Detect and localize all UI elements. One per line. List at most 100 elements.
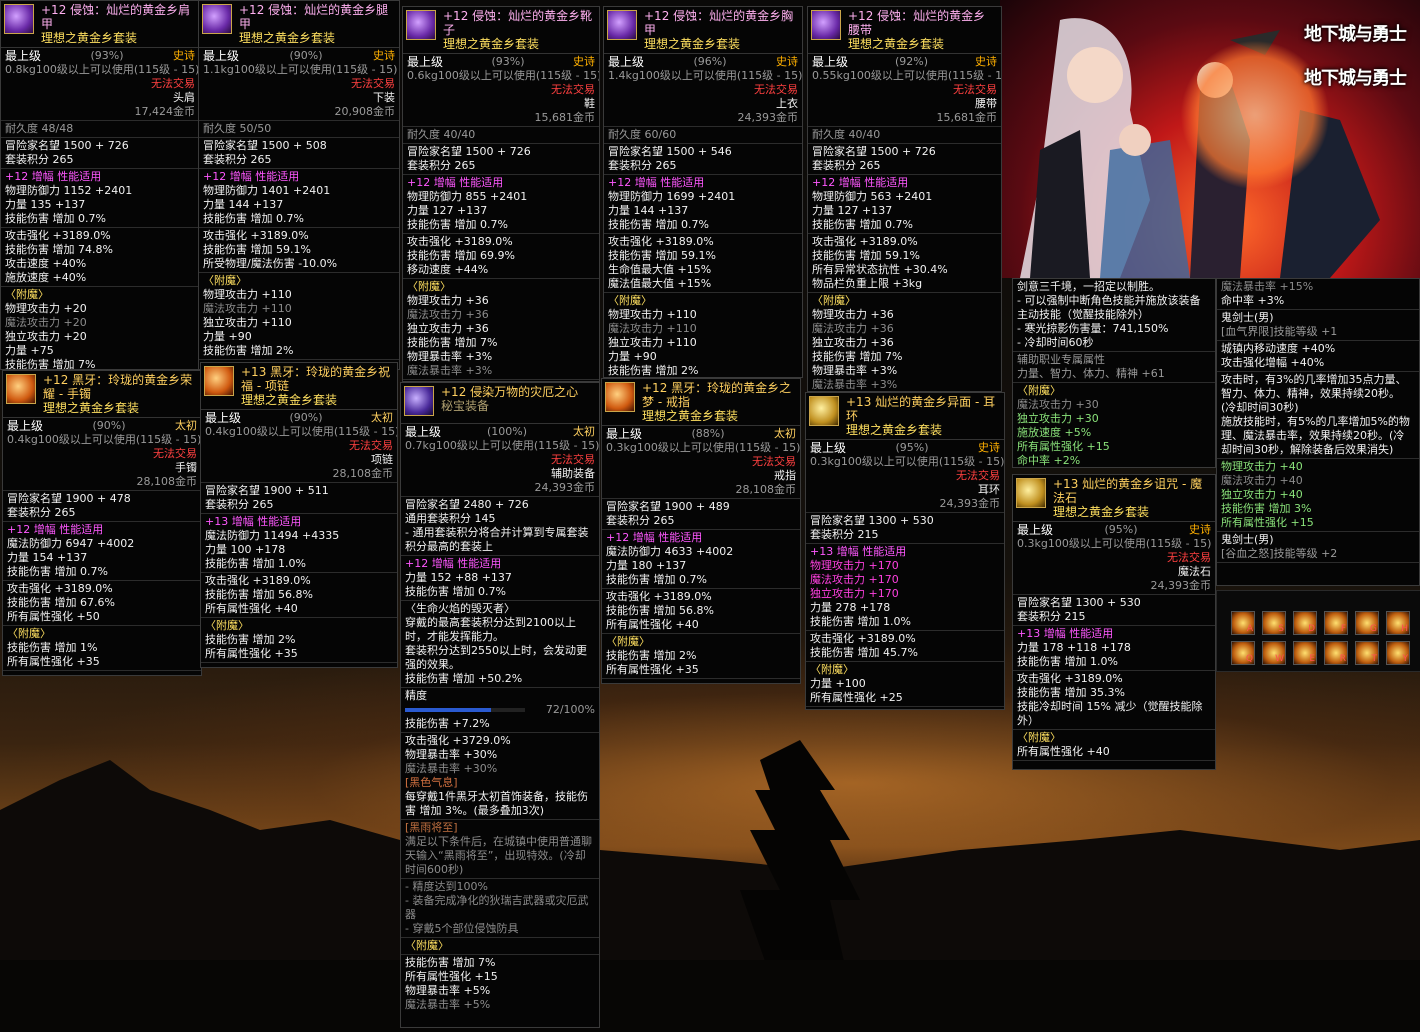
fame-section: 冒险家名望 1900 + 511 套装积分 265 bbox=[201, 483, 397, 514]
skill-slot[interactable]: S bbox=[1262, 611, 1286, 635]
stat-line: 攻击强化 +3189.0% bbox=[5, 229, 111, 242]
amplify-section: +12 增幅 性能适用 物理防御力 1401 +2401 力量 144 +137 技能… bbox=[199, 169, 399, 228]
req-row: 1.4kg 100级以上可以使用(115级 - 15) bbox=[608, 69, 802, 83]
enchant-line: 技能伤害 增加 2% bbox=[203, 344, 294, 357]
rarity: 太初 bbox=[175, 419, 197, 432]
rarity: 史诗 bbox=[173, 49, 195, 62]
stats-section: 攻击强化 +3189.0% 技能伤害 增加 56.8% 所有属性强化 +40 bbox=[201, 573, 397, 618]
item-tooltip-c9: +12 黑牙：玲珑的黄金乡之梦 - 戒指 理想之黄金乡套装 最上级 (88%) 太初 0.… bbox=[601, 378, 801, 684]
price: 28,108金币 bbox=[735, 483, 797, 496]
enchant-line: 物理攻击力 +110 bbox=[608, 308, 697, 321]
enchant-title: 〈附魔〉 bbox=[608, 294, 652, 307]
enchant-line: 物理攻击力 +20 bbox=[5, 302, 87, 315]
item-name: +12 侵蚀：灿烂的黄金乡靴子 bbox=[443, 9, 593, 37]
hotkey-label: R bbox=[1339, 654, 1346, 664]
enchant-line: 技能伤害 增加 2% bbox=[608, 364, 699, 377]
weight: 0.4kg bbox=[7, 433, 38, 446]
stat-line: 技能伤害 增加 56.8% bbox=[606, 604, 714, 617]
strength: 力量 152 +88 +137 bbox=[405, 571, 512, 584]
base-stat: 魔法防御力 11494 +4335 bbox=[205, 529, 340, 542]
price: 28,108金币 bbox=[136, 475, 198, 488]
durability: 耐久度 40/40 bbox=[812, 128, 881, 141]
dark-heart-icon bbox=[404, 386, 434, 416]
base-stat: 物理防御力 1699 +2401 bbox=[608, 190, 736, 203]
stat-line: 攻击强化 +3189.0% bbox=[606, 590, 712, 603]
amplify: +13 增幅 性能适用 bbox=[205, 515, 302, 528]
hotkey-label: F bbox=[1340, 624, 1346, 634]
skill-damage: 技能伤害 增加 0.7% bbox=[405, 585, 506, 598]
req-row: 0.6kg 100级以上可以使用(115级 - 15) bbox=[407, 69, 599, 83]
skill-slot[interactable]: Y bbox=[1386, 641, 1410, 665]
skill-slot[interactable]: Q bbox=[1231, 641, 1255, 665]
amplify: +12 增幅 性能适用 bbox=[5, 170, 102, 183]
trade-status: 无法交易 bbox=[349, 439, 393, 452]
level-req: 100级以上可以使用(115级 - 15) bbox=[1047, 537, 1212, 550]
skill-hotbar[interactable]: A S D F G H Q W E R T Y bbox=[1216, 590, 1420, 672]
price: 28,108金币 bbox=[332, 467, 394, 480]
durability-section: 耐久度 50/50 bbox=[199, 121, 399, 138]
stat-line: 技能伤害 增加 69.9% bbox=[407, 249, 515, 262]
slot-type: 腰带 bbox=[975, 97, 997, 110]
item-grade: 最上级 bbox=[7, 419, 44, 433]
item-name: +12 黑牙：玲珑的黄金乡之梦 - 戒指 bbox=[642, 381, 792, 409]
req-row: 0.3kg 100级以上可以使用(115级 - 15) bbox=[1017, 537, 1211, 551]
hotkey-label: G bbox=[1370, 624, 1377, 634]
price: 24,393金币 bbox=[534, 481, 596, 494]
enchant-line: 力量 +100 bbox=[810, 677, 866, 690]
grade-row: 最上级 (93%) 史诗 bbox=[5, 49, 195, 63]
trade-status: 无法交易 bbox=[551, 453, 595, 466]
level-req: 100级以上可以使用(115级 - 15) bbox=[233, 63, 398, 76]
skill-slot[interactable]: A bbox=[1231, 611, 1255, 635]
item-name: +13 灿烂的黄金乡诅咒 - 魔法石 bbox=[1053, 477, 1203, 505]
fame-section: 冒险家名望 1500 + 726 套装积分 265 bbox=[808, 144, 1001, 175]
strength: 力量 154 +137 bbox=[7, 551, 88, 564]
rain-title: [黑雨将至] bbox=[405, 821, 458, 834]
enchant-line: 技能伤害 增加 1% bbox=[7, 641, 98, 654]
skill-slot[interactable]: E bbox=[1293, 641, 1317, 665]
set-points: 套装积分 265 bbox=[203, 153, 272, 166]
amplify: +12 增幅 性能适用 bbox=[407, 176, 504, 189]
belt-icon bbox=[811, 10, 841, 40]
fame-section: 冒险家名望 1500 + 508 套装积分 265 bbox=[199, 138, 399, 169]
item-grade: 最上级 bbox=[5, 49, 42, 63]
skill-slot[interactable]: W bbox=[1262, 641, 1286, 665]
stat-line: 技能伤害 增加 56.8% bbox=[205, 588, 313, 601]
item-set: 理想之黄金乡套装 bbox=[642, 409, 739, 423]
fame: 冒险家名望 2480 + 726 bbox=[405, 498, 529, 511]
amplify-section: +12 增幅 性能适用 魔法防御力 6947 +4002 力量 154 +137 技能… bbox=[3, 522, 201, 581]
skill-slot[interactable]: H bbox=[1386, 611, 1410, 635]
skill-slot[interactable]: G bbox=[1355, 611, 1379, 635]
partial-tooltip-right: 魔法暴击率 +15% 命中率 +3% 鬼剑士(男) [血气界限]技能等级 +1 … bbox=[1216, 278, 1420, 586]
strength: 力量 278 +178 bbox=[810, 601, 891, 614]
skill-slot[interactable]: R bbox=[1324, 641, 1348, 665]
tooltip-header: +12 侵蚀：灿烂的黄金乡胸甲 理想之黄金乡套装 bbox=[604, 7, 802, 54]
skill-slot[interactable]: T bbox=[1355, 641, 1379, 665]
fame: 冒险家名望 1500 + 726 bbox=[5, 139, 129, 152]
set-points: 套装积分 215 bbox=[810, 528, 879, 541]
item-grade: 最上级 bbox=[606, 427, 643, 441]
slot-type: 项链 bbox=[371, 453, 393, 466]
enchant-line: 独立攻击力 +36 bbox=[407, 322, 489, 335]
durability-section: 耐久度 40/40 bbox=[403, 127, 599, 144]
stat-line: 技能冷却时间 15% 减少（觉醒技能除外） bbox=[1017, 700, 1203, 727]
amplify: +13 增幅 性能适用 bbox=[810, 545, 907, 558]
enchant-line: 力量 +90 bbox=[608, 350, 657, 363]
item-name: +12 侵蚀：灿烂的黄金乡肩甲 bbox=[41, 3, 191, 31]
stats-section: 攻击强化 +3189.0% 技能伤害 增加 59.1% 所有异常状态抗性 +30.4… bbox=[808, 234, 1001, 293]
skill-slot[interactable]: D bbox=[1293, 611, 1317, 635]
price: 24,393金币 bbox=[1150, 579, 1212, 592]
stat-line: 攻击强化 +3189.0% bbox=[1017, 672, 1123, 685]
amplify-section: +12 增幅 性能适用 魔法防御力 4633 +4002 力量 180 +137 技能… bbox=[602, 530, 800, 589]
item-grade: 最上级 bbox=[203, 49, 240, 63]
set-points: 通用套装积分 145 bbox=[405, 512, 496, 525]
tooltip-header: +12 黑牙：玲珑的黄金乡荣耀 - 手镯 理想之黄金乡套装 bbox=[3, 371, 201, 418]
grade-percent: (96%) bbox=[693, 55, 727, 68]
fame: 冒险家名望 1300 + 530 bbox=[810, 514, 934, 527]
slot-type: 鞋 bbox=[584, 97, 595, 110]
enchant-line: 魔法暴击率 +3% bbox=[407, 364, 493, 377]
skill-slot[interactable]: F bbox=[1324, 611, 1348, 635]
item-info: 最上级 (95%) 史诗 0.3kg 100级以上可以使用(115级 - 15) 无法交易… bbox=[806, 440, 1004, 513]
skill-damage: 技能伤害 增加 0.7% bbox=[5, 212, 106, 225]
stat-line: 所受物理/魔法伤害 -10.0% bbox=[203, 257, 338, 270]
trade-status: 无法交易 bbox=[151, 77, 195, 90]
